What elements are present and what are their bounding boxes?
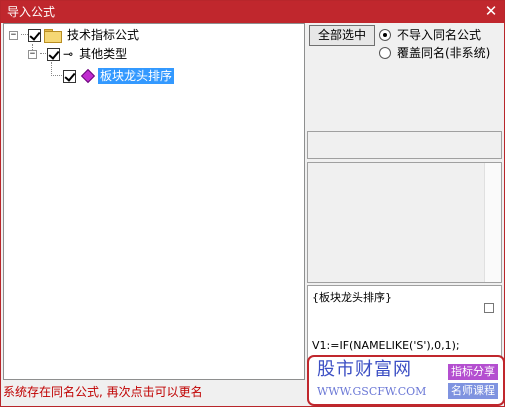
tree-node-technical-indicators[interactable]: − 技术指标公式 bbox=[9, 26, 141, 44]
scrollbar[interactable] bbox=[484, 163, 501, 282]
radio-label: 覆盖同名(非系统) bbox=[397, 46, 491, 60]
tree-label-technical-indicators: 技术指标公式 bbox=[67, 28, 140, 42]
status-message: 系统存在同名公式, 再次点击可以更名 bbox=[3, 385, 203, 399]
select-all-button[interactable]: 全部选中 bbox=[309, 25, 375, 46]
preview-checkbox[interactable] bbox=[484, 303, 494, 313]
watermark-url: WWW.GSCFW.COM bbox=[317, 385, 427, 398]
tree-label-other-types: 其他类型 bbox=[79, 47, 128, 61]
preview-code: V1:=IF(NAMELIKE('S'),0,1); bbox=[312, 339, 460, 352]
import-formula-dialog: 导入公式 ✕ − 技术指标公式 − ⊸ 其他类型 板块龙头排序 全部选中 不导入… bbox=[0, 0, 505, 407]
window-title: 导入公式 bbox=[7, 5, 56, 19]
title-bar[interactable]: 导入公式 ✕ bbox=[1, 1, 504, 23]
tree-node-other-types[interactable]: − ⊸ 其他类型 bbox=[28, 45, 129, 63]
close-icon[interactable]: ✕ bbox=[482, 2, 500, 20]
radio-button[interactable] bbox=[379, 46, 391, 59]
tree-node-sector-leader-sort[interactable]: 板块龙头排序 bbox=[63, 67, 175, 85]
diamond-icon bbox=[80, 68, 96, 84]
tree-checkbox-sector-leader-sort[interactable] bbox=[63, 69, 76, 83]
preview-title: {板块龙头排序} bbox=[312, 291, 392, 304]
options-panel: 全部选中 不导入同名公式 覆盖同名(非系统) {板块龙头排序} V1:=IF(N… bbox=[307, 23, 504, 380]
key-icon: ⊸ bbox=[63, 47, 74, 61]
radio-overwrite-duplicates[interactable]: 覆盖同名(非系统) bbox=[379, 44, 490, 61]
watermark-tag-course: 名师课程 bbox=[448, 383, 498, 399]
tree-label-sector-leader-sort: 板块龙头排序 bbox=[98, 68, 175, 84]
tree-checkbox-other-types[interactable] bbox=[47, 47, 60, 61]
tree-checkbox-technical-indicators[interactable] bbox=[28, 28, 41, 42]
radio-button[interactable] bbox=[379, 28, 391, 41]
watermark-title: 股市财富网 bbox=[317, 359, 412, 380]
radio-label: 不导入同名公式 bbox=[397, 28, 482, 42]
name-field[interactable] bbox=[307, 131, 502, 159]
collapse-icon[interactable]: − bbox=[9, 30, 18, 40]
tree-connector bbox=[51, 62, 52, 76]
radio-skip-duplicates[interactable]: 不导入同名公式 bbox=[379, 26, 481, 43]
folder-icon bbox=[44, 29, 62, 43]
collapse-icon[interactable]: − bbox=[28, 49, 37, 59]
watermark-logo: 股市财富网 WWW.GSCFW.COM 指标分享 名师课程 bbox=[307, 355, 505, 406]
formula-tree: − 技术指标公式 − ⊸ 其他类型 板块龙头排序 bbox=[3, 23, 305, 380]
detail-list[interactable] bbox=[307, 162, 502, 283]
watermark-tag-share: 指标分享 bbox=[448, 364, 498, 380]
